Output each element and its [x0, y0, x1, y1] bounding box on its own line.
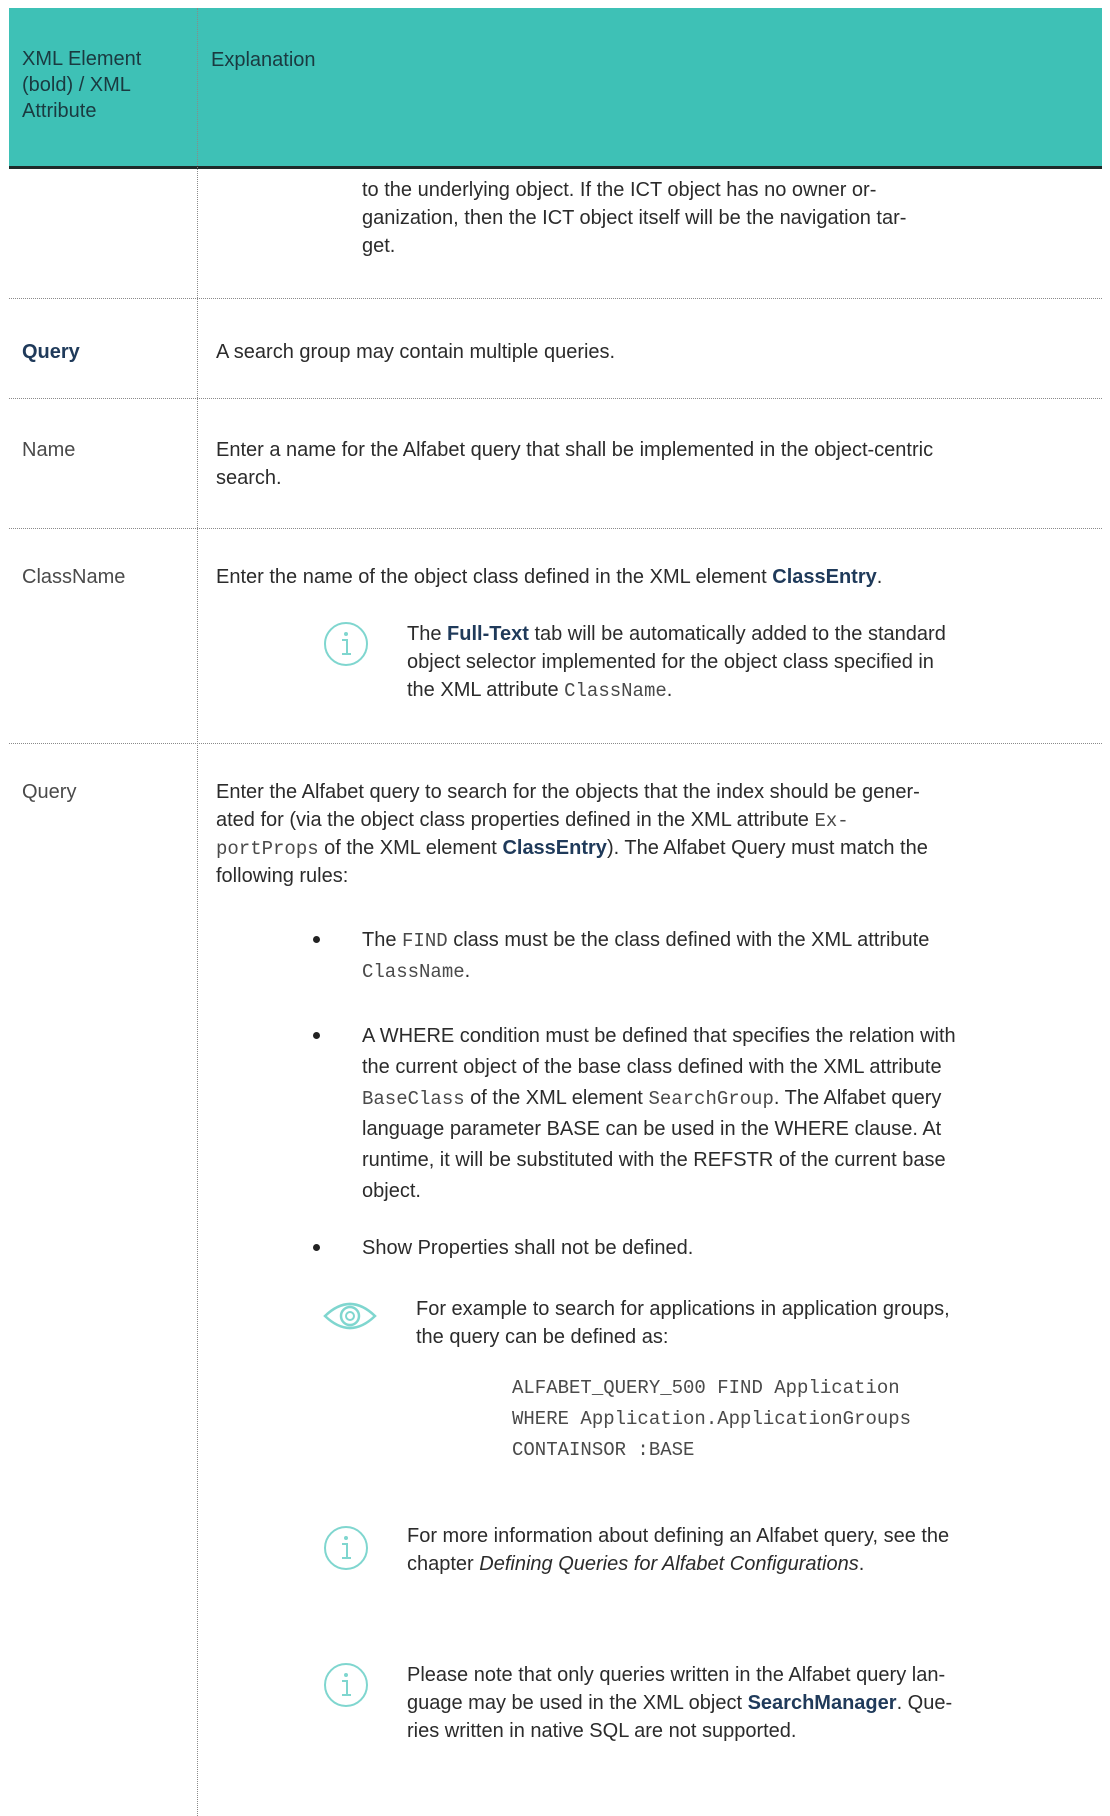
- bullet-marker: [313, 1244, 320, 1251]
- column-divider: [197, 8, 198, 1816]
- row-query-explanation: A search group may contain multiple quer…: [216, 341, 616, 363]
- classname-note-line-2: object selector implemented for the obje…: [407, 651, 934, 673]
- row-separator: [9, 743, 1102, 744]
- continuation-line-2: ganization, then the ICT object itself w…: [362, 207, 907, 229]
- query-para-line-3: portProps of the XML element ClassEntry)…: [216, 837, 928, 860]
- bullet-3: Show Properties shall not be defined.: [362, 1237, 694, 1259]
- info-2-line-1: Please note that only queries written in…: [407, 1664, 946, 1686]
- code-line-2: WHERE Application.ApplicationGroups: [512, 1408, 912, 1430]
- header-col-explanation: Explanation: [211, 49, 316, 71]
- row-separator: [9, 398, 1102, 399]
- bullet-marker: [313, 936, 320, 943]
- info-1-line-2: chapter Defining Queries for Alfabet Con…: [407, 1553, 865, 1575]
- example-line-2: the query can be defined as:: [416, 1326, 669, 1348]
- eye-icon: [323, 1302, 377, 1330]
- row-query-element-name: Query: [22, 341, 80, 363]
- table-header: XML Element (bold) / XML Attribute Expla…: [9, 8, 1102, 169]
- info-2-line-3: ries written in native SQL are not suppo…: [407, 1720, 797, 1742]
- bullet-2-line-6: object.: [362, 1180, 421, 1202]
- row-separator: [9, 528, 1102, 529]
- code-line-3: CONTAINSOR :BASE: [512, 1439, 695, 1461]
- bullet-2-line-4: language parameter BASE can be used in t…: [362, 1118, 942, 1140]
- classname-note-line-3: the XML attribute ClassName.: [407, 679, 673, 702]
- header-col-element: XML Element (bold) / XML Attribute: [22, 48, 142, 122]
- row-classname-attribute: ClassName: [22, 566, 126, 588]
- query-para-line-1: Enter the Alfabet query to search for th…: [216, 781, 920, 803]
- row-name-line-2: search.: [216, 467, 282, 489]
- bullet-1-line-2: ClassName.: [362, 960, 471, 983]
- bullet-1-line-1: The FIND class must be the class defined…: [362, 929, 930, 952]
- bullet-2-line-5: runtime, it will be substituted with the…: [362, 1149, 946, 1171]
- bullet-2-line-1: A WHERE condition must be defined that s…: [362, 1025, 956, 1047]
- info-2-line-2: guage may be used in the XML object Sear…: [407, 1692, 953, 1714]
- query-para-line-4: following rules:: [216, 865, 349, 887]
- row-name-line-1: Enter a name for the Alfabet query that …: [216, 439, 934, 461]
- example-line-1: For example to search for applications i…: [416, 1298, 950, 1320]
- bullet-2-line-2: the current object of the base class def…: [362, 1056, 942, 1078]
- classname-note-line-1: The Full-Text tab will be automatically …: [407, 623, 946, 645]
- bullet-2-line-3: BaseClass of the XML element SearchGroup…: [362, 1087, 942, 1110]
- info-1-line-1: For more information about defining an A…: [407, 1525, 950, 1547]
- continuation-line-3: get.: [362, 235, 396, 257]
- row-query-attribute: Query: [22, 781, 77, 803]
- bullet-marker: [313, 1032, 320, 1039]
- reference-table: XML Element (bold) / XML Attribute Expla…: [9, 8, 1102, 1816]
- query-para-line-2: ated for (via the object class propertie…: [216, 809, 849, 832]
- row-separator: [9, 298, 1102, 299]
- code-line-1: ALFABET_QUERY_500 FIND Application: [512, 1377, 900, 1399]
- row-classname-explanation: Enter the name of the object class defin…: [216, 566, 883, 588]
- info-icon: [324, 1663, 368, 1707]
- info-icon: [324, 622, 368, 666]
- row-name-attribute: Name: [22, 439, 76, 461]
- continuation-line-1: to the underlying object. If the ICT obj…: [362, 179, 877, 201]
- info-icon: [324, 1526, 368, 1570]
